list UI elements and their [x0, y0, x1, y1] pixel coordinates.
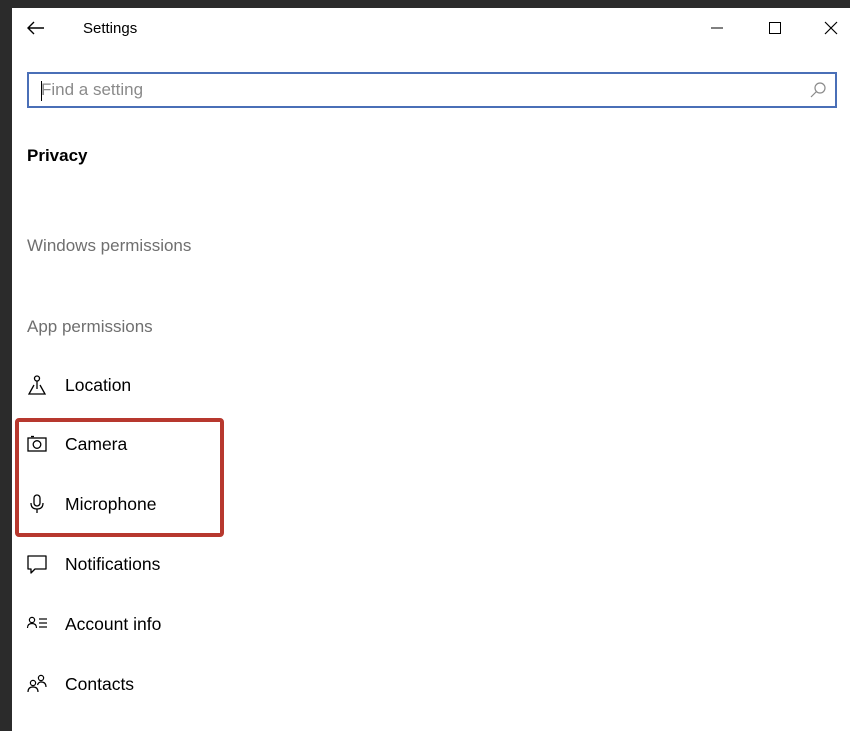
- back-button[interactable]: [20, 14, 52, 42]
- contacts-icon: [26, 673, 48, 695]
- maximize-icon: [769, 22, 781, 34]
- window-title: Settings: [83, 20, 138, 37]
- minimize-icon: [711, 27, 723, 29]
- annotation-highlight-box: [15, 418, 224, 537]
- notifications-icon: [26, 553, 48, 575]
- location-icon: [26, 374, 48, 396]
- nav-item-label: Account info: [65, 613, 162, 634]
- nav-item-notifications[interactable]: Notifications: [24, 542, 324, 586]
- nav-item-account-info[interactable]: Account info: [24, 602, 324, 646]
- text-caret: [41, 81, 42, 101]
- maximize-button[interactable]: [746, 8, 804, 48]
- nav-item-label: Location: [65, 374, 132, 395]
- nav-item-label: Contacts: [65, 673, 135, 694]
- partial-item-icon: [26, 727, 48, 731]
- account-info-icon: [26, 613, 48, 635]
- search-input[interactable]: [29, 74, 799, 106]
- close-button[interactable]: [802, 8, 850, 48]
- back-arrow-icon: [27, 21, 44, 35]
- close-icon: [824, 21, 838, 35]
- search-box[interactable]: [27, 72, 837, 108]
- settings-window: Settings Privacy Windows permissions App…: [12, 8, 850, 731]
- title-bar: Settings: [12, 8, 850, 48]
- nav-item-location[interactable]: Location: [24, 363, 324, 407]
- nav-item-partial[interactable]: [24, 716, 324, 731]
- search-icon[interactable]: [809, 81, 827, 99]
- page-title: Privacy: [27, 146, 88, 165]
- section-header-windows-permissions: Windows permissions: [27, 236, 192, 255]
- nav-item-label: Notifications: [65, 553, 161, 574]
- section-header-app-permissions: App permissions: [27, 317, 153, 336]
- nav-item-contacts[interactable]: Contacts: [24, 662, 324, 706]
- minimize-button[interactable]: [688, 8, 746, 48]
